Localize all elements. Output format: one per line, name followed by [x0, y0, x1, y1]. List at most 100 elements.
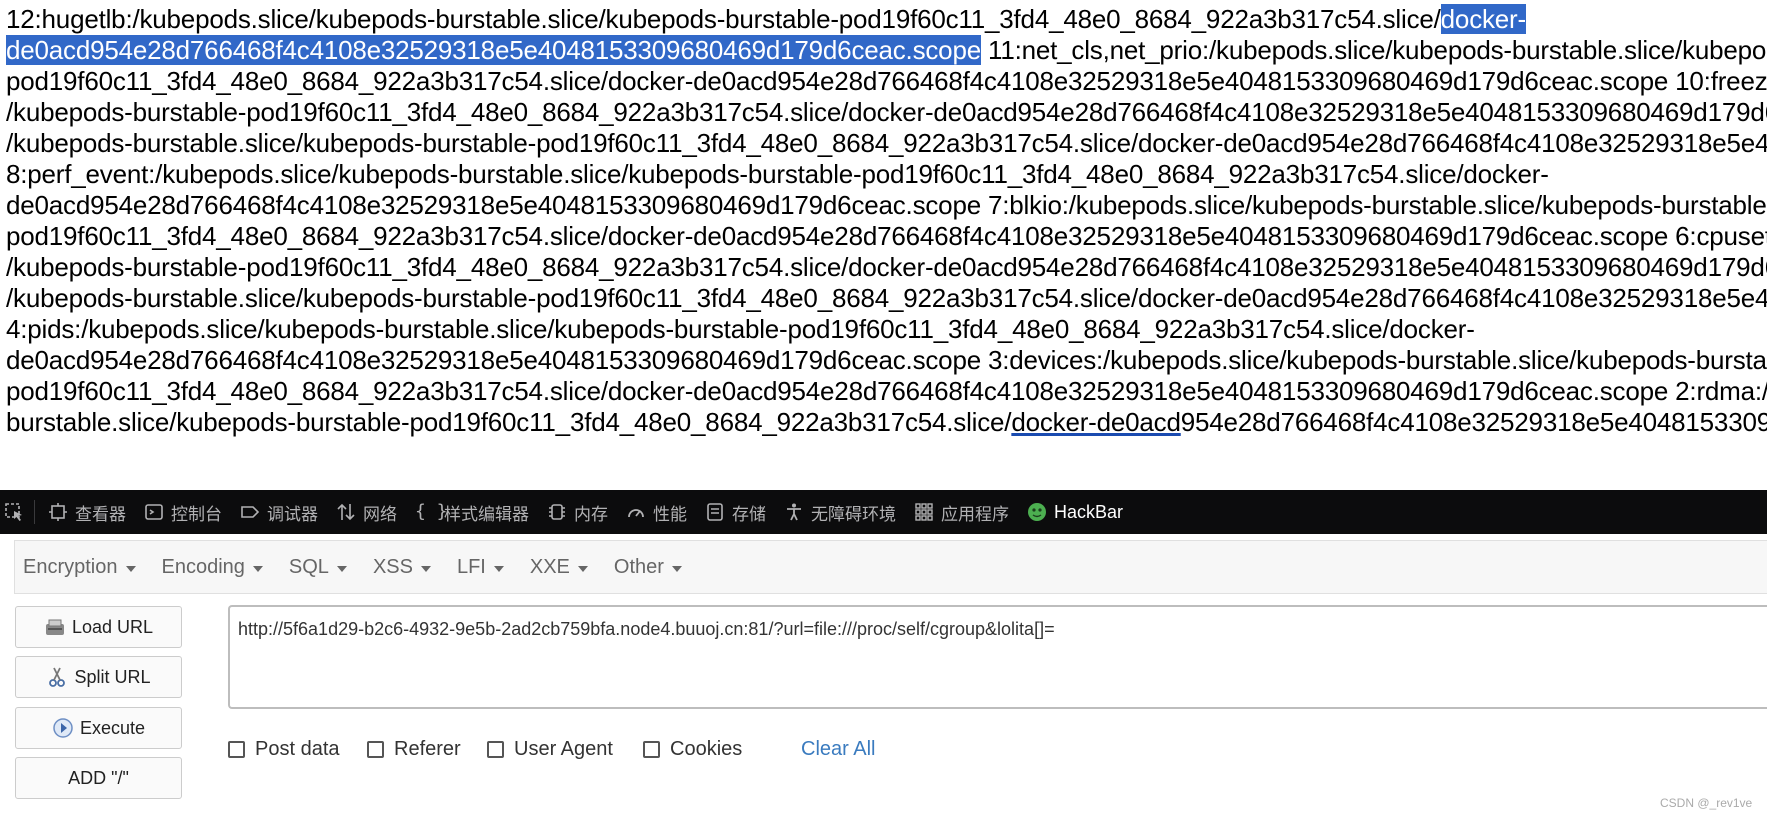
element-picker-button[interactable] — [0, 490, 30, 534]
line-text: /kubepods-burstable-pod19f60c11_3fd4_48e… — [6, 252, 1767, 282]
load-url-button[interactable]: Load URL — [15, 606, 182, 648]
menu-label: Encryption — [23, 555, 118, 578]
cgroup-output: 12:hugetlb:/kubepods.slice/kubepods-burs… — [0, 0, 1767, 490]
tab-network[interactable]: 网络 — [327, 490, 406, 534]
tab-label: 样式编辑器 — [444, 504, 529, 525]
line-text: pod19f60c11_3fd4_48e0_8684_922a3b317c54.… — [6, 66, 1767, 96]
menu-sql[interactable]: SQL — [289, 556, 347, 579]
cgroup-line: 12:hugetlb:/kubepods.slice/kubepods-burs… — [6, 2, 1526, 37]
menu-label: XXE — [529, 555, 570, 578]
performance-icon — [626, 502, 646, 522]
cgroup-line: /kubepods-burstable-pod19f60c11_3fd4_48e… — [6, 250, 1767, 285]
tab-style-editor[interactable]: { } 样式编辑器 — [406, 490, 538, 534]
watermark: CSDN @_rev1ve — [1660, 796, 1753, 810]
menu-label: Other — [613, 555, 664, 578]
checkbox-label: Post data — [255, 738, 340, 760]
load-icon — [44, 616, 66, 638]
post-data-checkbox[interactable]: Post data — [228, 738, 340, 761]
checkbox-box[interactable] — [228, 741, 245, 758]
tab-label: 调试器 — [267, 504, 318, 525]
tab-debugger[interactable]: 调试器 — [231, 490, 327, 534]
tab-label: 应用程序 — [941, 504, 1009, 525]
menu-label: Encoding — [161, 555, 245, 578]
accessibility-icon — [784, 502, 804, 522]
menu-encoding[interactable]: Encoding — [162, 556, 263, 579]
menu-label: SQL — [288, 555, 329, 578]
selected-text: docker- — [1440, 4, 1526, 34]
tab-console[interactable]: 控制台 — [135, 490, 231, 534]
menu-xxe[interactable]: XXE — [530, 556, 588, 579]
line-text: 12:hugetlb:/kubepods.slice/kubepods-burs… — [6, 4, 1441, 34]
tab-storage[interactable]: 存储 — [696, 490, 775, 534]
button-label: ADD "/" — [68, 767, 129, 788]
execute-button[interactable]: Execute — [15, 707, 182, 749]
cgroup-line: de0acd954e28d766468f4c4108e32529318e5e40… — [6, 33, 1767, 68]
tab-label: 控制台 — [171, 504, 222, 525]
tab-application[interactable]: 应用程序 — [905, 490, 1018, 534]
tab-label: 存储 — [732, 504, 766, 525]
devtools-toolbar: 查看器 控制台 调试器 网络 { } 样式编辑器 内存 性能 存储 无障碍环境 … — [0, 490, 1767, 534]
checkbox-box[interactable] — [487, 741, 504, 758]
line-text: /kubepods-burstable-pod19f60c11_3fd4_48e… — [6, 97, 1767, 127]
cgroup-line: pod19f60c11_3fd4_48e0_8684_922a3b317c54.… — [6, 64, 1767, 99]
cgroup-line: burstable.slice/kubepods-burstable-pod19… — [6, 405, 1767, 440]
inspector-icon — [48, 502, 68, 522]
checkbox-label: User Agent — [514, 738, 613, 760]
checkbox-label: Cookies — [670, 738, 743, 760]
line-text: pod19f60c11_3fd4_48e0_8684_922a3b317c54.… — [6, 376, 1767, 406]
hackbar-menubar: Encryption Encoding SQL XSS LFI XXE Othe… — [14, 540, 1767, 594]
selected-text: de0acd954e28d766468f4c4108e32529318e5e40… — [6, 35, 981, 65]
split-url-button[interactable]: Split URL — [15, 656, 182, 698]
cgroup-line: /kubepods-burstable.slice/kubepods-burst… — [6, 126, 1767, 161]
storage-icon — [705, 502, 725, 522]
cgroup-line: de0acd954e28d766468f4c4108e32529318e5e40… — [6, 188, 1767, 223]
cgroup-line: /kubepods-burstable-pod19f60c11_3fd4_48e… — [6, 95, 1767, 130]
hackbar-panel: Encryption Encoding SQL XSS LFI XXE Othe… — [0, 534, 1767, 817]
memory-icon — [547, 502, 567, 522]
add-slash-button[interactable]: ADD "/" — [15, 757, 182, 799]
chevron-down-icon — [336, 565, 347, 572]
network-icon — [336, 502, 356, 522]
tab-memory[interactable]: 内存 — [538, 490, 617, 534]
menu-encryption[interactable]: Encryption — [23, 556, 136, 579]
tab-accessibility[interactable]: 无障碍环境 — [775, 490, 905, 534]
line-text: 4:pids:/kubepods.slice/kubepods-burstabl… — [6, 314, 1475, 344]
referer-checkbox[interactable]: Referer — [367, 738, 461, 761]
tab-label: 无障碍环境 — [811, 504, 896, 525]
tab-hackbar[interactable]: HackBar — [1018, 490, 1132, 534]
user-agent-checkbox[interactable]: User Agent — [487, 738, 613, 761]
menu-xss[interactable]: XSS — [373, 556, 431, 579]
chevron-down-icon — [671, 565, 682, 572]
menu-lfi[interactable]: LFI — [457, 556, 504, 579]
chevron-down-icon — [252, 565, 263, 572]
cgroup-line: /kubepods-burstable.slice/kubepods-burst… — [6, 281, 1767, 316]
cgroup-line: pod19f60c11_3fd4_48e0_8684_922a3b317c54.… — [6, 219, 1767, 254]
line-text: 8:perf_event:/kubepods.slice/kubepods-bu… — [6, 159, 1549, 189]
checkbox-label: Referer — [394, 738, 461, 760]
menu-other[interactable]: Other — [614, 556, 682, 579]
menu-label: LFI — [456, 555, 486, 578]
chevron-down-icon — [577, 565, 588, 572]
tab-label: 网络 — [363, 504, 397, 525]
line-text: 11:net_cls,net_prio:/kubepods.slice/kube… — [987, 35, 1767, 65]
scissors-icon — [46, 666, 68, 688]
line-text: 954e28d766468f4c4108e32529318e5e40481533… — [1180, 407, 1767, 437]
cgroup-line: de0acd954e28d766468f4c4108e32529318e5e40… — [6, 343, 1767, 378]
cookies-checkbox[interactable]: Cookies — [643, 738, 742, 761]
tab-performance[interactable]: 性能 — [617, 490, 696, 534]
debugger-icon — [240, 502, 260, 522]
cgroup-line: 8:perf_event:/kubepods.slice/kubepods-bu… — [6, 157, 1549, 192]
tab-label: 内存 — [574, 504, 608, 525]
checkbox-box[interactable] — [643, 741, 660, 758]
clear-all-link[interactable]: Clear All — [801, 738, 875, 761]
console-icon — [144, 502, 164, 522]
hackbar-icon — [1027, 502, 1047, 522]
line-text: de0acd954e28d766468f4c4108e32529318e5e40… — [6, 190, 1767, 220]
checkbox-box[interactable] — [367, 741, 384, 758]
application-icon — [914, 502, 934, 522]
play-icon — [52, 717, 74, 739]
tab-label: 性能 — [653, 504, 687, 525]
button-label: Execute — [79, 717, 146, 738]
url-input[interactable]: http://5f6a1d29-b2c6-4932-9e5b-2ad2cb759… — [228, 605, 1767, 709]
tab-inspector[interactable]: 查看器 — [39, 490, 135, 534]
